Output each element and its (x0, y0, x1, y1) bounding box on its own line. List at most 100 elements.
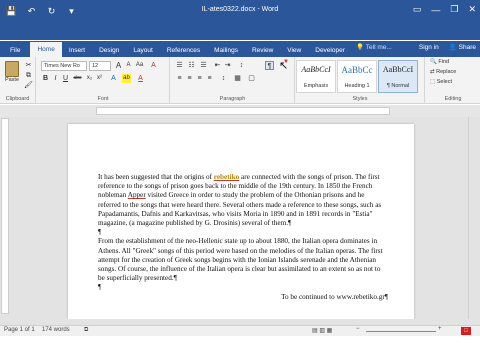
document-body[interactable]: It has been suggested that the origins o… (98, 173, 388, 302)
horizontal-ruler[interactable] (96, 107, 390, 115)
borders-icon[interactable]: ▢ (247, 74, 256, 83)
font-group-label: Font (97, 96, 109, 102)
clipboard-group: Paste ✂ ⧉ 🖌 Clipboard (0, 57, 36, 104)
account-area: Sign in 👤 Share (419, 43, 476, 52)
font-color-icon[interactable]: A (136, 74, 145, 83)
highlight-icon[interactable]: ab (122, 74, 131, 83)
paste-label: Paste (4, 77, 20, 83)
ribbon-home: Paste ✂ ⧉ 🖌 Clipboard Times New Ro 12 A … (0, 57, 480, 104)
font-size-box[interactable]: 12 (89, 61, 111, 71)
copy-icon[interactable]: ⧉ (24, 71, 33, 80)
styles-group-label: Styles (352, 96, 368, 102)
vertical-ruler[interactable] (1, 118, 9, 314)
format-painter-icon[interactable]: 🖌 (24, 81, 33, 90)
vertical-scrollbar[interactable] (468, 117, 480, 319)
paragraph-group: ☰ ☷ ☰ ⇤ ⇥ ↕ ¶ ≡ ≡ ≡ ≡ ↕ ▦ ▢ Paragraph (171, 57, 295, 104)
sign-in-link[interactable]: Sign in (419, 44, 439, 51)
style-normal[interactable]: AaBbCcI ¶ Normal (378, 60, 418, 93)
style-name: ¶ Normal (386, 83, 410, 89)
empty-paragraph: ¶ (98, 228, 102, 237)
document-page[interactable]: It has been suggested that the origins o… (68, 124, 414, 319)
tab-references[interactable]: References (160, 43, 207, 57)
mouse-pointer-icon: ↖ (279, 60, 289, 72)
bullets-icon[interactable]: ☰ (175, 61, 184, 70)
center-icon[interactable]: ≡ (185, 74, 194, 83)
paragraph-3: To be continued to www.rebetiko.gr¶ (281, 292, 388, 301)
tab-mailings[interactable]: Mailings (207, 43, 245, 57)
numbering-icon[interactable]: ☷ (187, 61, 196, 70)
text-effects-icon[interactable]: A (109, 74, 118, 83)
font-name-box[interactable]: Times New Ro (41, 61, 87, 71)
cut-icon[interactable]: ✂ (24, 61, 33, 70)
shading-icon[interactable]: ▦ (233, 74, 242, 83)
italic-button[interactable]: I (51, 74, 60, 83)
align-right-icon[interactable]: ≡ (195, 74, 204, 83)
share-label: Share (458, 44, 476, 51)
proofing-icon[interactable]: ⧉ (84, 327, 88, 334)
minimize-button[interactable]: — (431, 5, 440, 15)
zoom-slider[interactable] (366, 331, 436, 332)
clipboard-group-label: Clipboard (5, 96, 30, 102)
word-count[interactable]: 174 words (42, 327, 70, 333)
change-case-icon[interactable]: Aa (135, 61, 144, 70)
sort-icon[interactable]: ↕ (237, 61, 246, 70)
view-layout-icons[interactable]: ▤ ▥ ▦ (312, 327, 332, 334)
paste-icon (5, 61, 19, 77)
tab-home[interactable]: Home (30, 42, 62, 57)
ribbon-display-icon[interactable]: ▭ (413, 4, 422, 15)
multilevel-list-icon[interactable]: ☰ (199, 61, 208, 70)
find-button[interactable]: 🔍 Find (430, 59, 449, 65)
line-spacing-icon[interactable]: ↕ (219, 74, 228, 83)
increase-indent-icon[interactable]: ⇥ (223, 61, 232, 70)
paragraph-group-label: Paragraph (219, 96, 246, 102)
page-count[interactable]: Page 1 of 1 (4, 327, 35, 333)
style-preview: AaBbCcI (382, 65, 414, 74)
justify-icon[interactable]: ≡ (205, 74, 214, 83)
show-marks-icon[interactable]: ¶ (265, 61, 274, 70)
clear-formatting-icon[interactable]: A (149, 61, 158, 70)
misspelled-word: Apper (127, 191, 146, 200)
style-heading-1[interactable]: AaBbCc Heading 1 (337, 60, 377, 93)
zoom-out-button[interactable]: − (356, 326, 360, 332)
select-icon: ⬚ (430, 79, 437, 85)
tab-developer[interactable]: Developer (308, 43, 352, 57)
shrink-font-icon[interactable]: A (124, 61, 133, 70)
tab-layout[interactable]: Layout (126, 43, 160, 57)
share-button[interactable]: 👤 Share (449, 43, 476, 51)
replace-label: Replace (436, 69, 457, 75)
tab-file[interactable]: File (0, 43, 30, 57)
replace-button[interactable]: ⇄ Replace (430, 69, 456, 75)
font-group: Times New Ro 12 A A Aa A B I U abc x₂ x²… (37, 57, 170, 104)
paragraph-1: It has been suggested that the origins o… (98, 173, 388, 228)
style-name: Heading 1 (344, 83, 370, 89)
grow-font-icon[interactable]: A (114, 61, 123, 70)
close-button[interactable]: ✕ (468, 4, 476, 15)
select-button[interactable]: ⬚ Select (430, 79, 452, 85)
window-title: IL-ates0322.docx - Word (201, 6, 279, 13)
tab-review[interactable]: Review (245, 43, 280, 57)
style-preview: AaBbCcI (301, 65, 331, 74)
empty-paragraph: ¶ (98, 283, 102, 292)
editing-group: 🔍 Find ⇄ Replace ⬚ Select Editing (426, 57, 480, 104)
decrease-indent-icon[interactable]: ⇤ (213, 61, 222, 70)
zoom-in-button[interactable]: + (438, 326, 442, 332)
title-bar: 💾 ↶ ↻ ▾ IL-ates0322.docx - Word ▭ — ❐ ✕ (0, 0, 480, 40)
superscript-button[interactable]: x² (95, 74, 104, 83)
restore-button[interactable]: ❐ (450, 4, 458, 15)
bottom-margin (0, 336, 480, 360)
text-run: It has been suggested that the origins o… (98, 173, 214, 181)
underline-button[interactable]: U (61, 74, 70, 83)
status-bar: Page 1 of 1 174 words ⧉ ▤ ▥ ▦ − + (0, 325, 480, 336)
style-emphasis[interactable]: AaBbCcI Emphasis (296, 60, 336, 93)
align-left-icon[interactable]: ≡ (175, 74, 184, 83)
find-label: Find (438, 59, 450, 65)
person-icon: 👤 (448, 44, 457, 51)
bold-button[interactable]: B (41, 74, 50, 83)
tab-insert[interactable]: Insert (62, 43, 92, 57)
paste-button[interactable]: Paste (3, 61, 21, 91)
subscript-button[interactable]: x₂ (85, 74, 94, 83)
tab-view[interactable]: View (280, 43, 308, 57)
strikethrough-button[interactable]: abc (73, 74, 82, 83)
tell-me-search[interactable]: 💡 Tell me... (356, 43, 392, 51)
tab-design[interactable]: Design (92, 43, 126, 57)
